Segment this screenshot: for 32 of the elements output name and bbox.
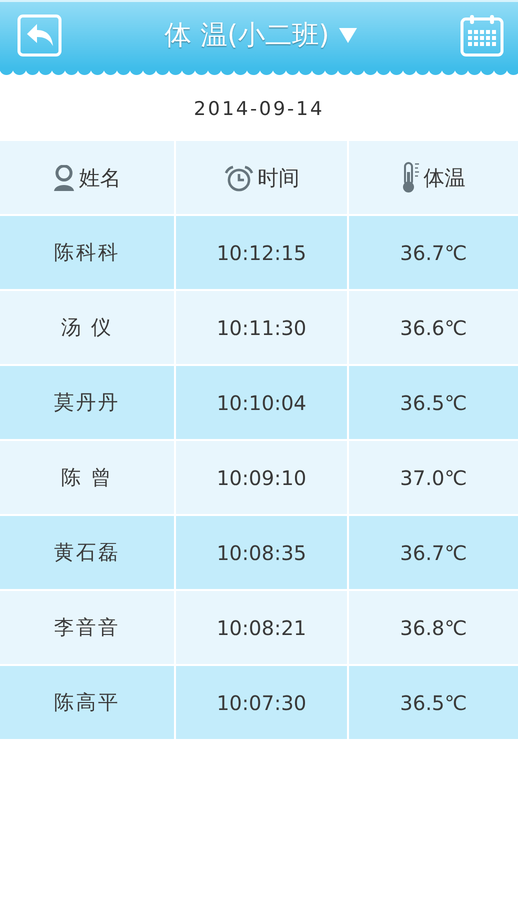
time-cell: 10:08:21 (216, 616, 306, 640)
temperature-cell: 36.6℃ (400, 316, 467, 340)
time-cell: 10:09:10 (216, 466, 306, 490)
name-cell: 陈科科 (54, 239, 120, 266)
temperature-cell: 37.0℃ (400, 466, 467, 490)
date-label: 2014-09-14 (194, 98, 324, 120)
page-title[interactable]: 体 温(小二班) (164, 17, 330, 53)
temperature-cell: 36.5℃ (400, 390, 467, 414)
alarm-clock-icon (224, 164, 254, 192)
calendar-button[interactable] (460, 13, 504, 57)
person-icon (53, 164, 75, 190)
name-cell: 陈高平 (54, 689, 120, 716)
name-cell: 黄石磊 (54, 539, 120, 566)
time-cell: 10:12:15 (216, 240, 306, 264)
time-cell: 10:10:04 (216, 390, 306, 414)
temperature-cell: 36.7℃ (400, 540, 467, 564)
time-cell: 10:11:30 (216, 316, 306, 340)
name-cell: 李音音 (54, 614, 120, 641)
column-header: 体温 (424, 164, 466, 192)
back-button[interactable] (17, 14, 62, 56)
column-header: 时间 (258, 164, 300, 192)
name-cell: 汤 仪 (60, 314, 114, 341)
column-header: 姓名 (79, 164, 121, 192)
thermometer-icon (402, 162, 420, 194)
temperature-cell: 36.8℃ (400, 616, 467, 640)
time-cell: 10:07:30 (216, 690, 306, 714)
name-cell: 莫丹丹 (54, 389, 120, 416)
name-cell: 陈 曾 (60, 464, 114, 491)
dropdown-icon[interactable] (339, 28, 358, 42)
temperature-cell: 36.5℃ (400, 690, 467, 714)
time-cell: 10:08:35 (216, 540, 306, 564)
temperature-cell: 36.7℃ (400, 240, 467, 264)
